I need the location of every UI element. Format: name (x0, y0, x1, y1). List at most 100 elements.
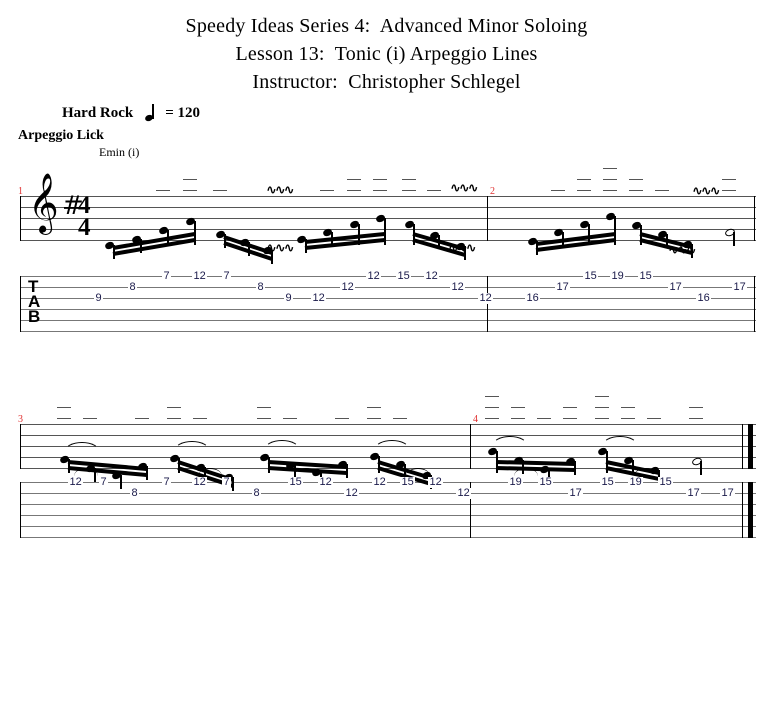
system-start-barline (20, 424, 22, 469)
measure-number: 2 (490, 186, 495, 197)
ledger-line (689, 418, 703, 419)
tab-fret-number: 12 (478, 292, 494, 304)
tab-fret-number: 17 (668, 281, 684, 293)
ledger-line (485, 418, 499, 419)
final-barline-thin (742, 424, 744, 469)
ledger-line (183, 190, 197, 191)
staff-line (20, 435, 756, 436)
ledger-line (57, 418, 71, 419)
tab-fret-number: 12 (68, 476, 84, 488)
ledger-line (402, 190, 416, 191)
ledger-line (367, 418, 381, 419)
tab-fret-number: 12 (424, 270, 440, 282)
tab-slur (406, 468, 430, 476)
ledger-line (603, 168, 617, 169)
style-label: Hard Rock (62, 104, 134, 121)
tab-staff-line (20, 537, 756, 538)
ledger-line (156, 190, 170, 191)
tab-fret-number: 19 (508, 476, 524, 488)
tab-staff-line (20, 482, 756, 483)
system-end-barline (754, 196, 756, 241)
system-start-barline (20, 196, 22, 241)
tab-staff-line (20, 331, 756, 332)
tab-fret-number: 15 (400, 476, 416, 488)
tab-fret-number: 15 (658, 476, 674, 488)
tab-fret-number: 19 (610, 270, 626, 282)
ledger-line (629, 190, 643, 191)
ledger-line (595, 407, 609, 408)
ledger-line (647, 418, 661, 419)
ledger-line (283, 418, 297, 419)
staff-system-1: 1 2 𝄞 # 4 4 T A B 9 8 7 12 7 8 9 12 12 12 15 12 12 12… (0, 160, 773, 335)
ledger-line (563, 407, 577, 408)
tab-fret-number: 16 (525, 292, 541, 304)
measure-number: 3 (18, 414, 23, 425)
tab-fret-number: 12 (311, 292, 327, 304)
tab-fret-number: 8 (256, 281, 266, 293)
ledger-line (629, 179, 643, 180)
note-stem (733, 232, 735, 246)
tab-fret-number: 7 (162, 476, 172, 488)
tab-slur (198, 468, 222, 476)
final-barline-thick (748, 482, 753, 538)
ledger-line (347, 190, 361, 191)
tab-fret-number: 15 (638, 270, 654, 282)
measure-barline (487, 276, 489, 332)
ledger-line (373, 179, 387, 180)
ledger-line (335, 418, 349, 419)
tab-staff-line (20, 526, 756, 527)
tab-fret-number: 15 (538, 476, 554, 488)
tempo-marking: Hard Rock = 120 (62, 104, 200, 123)
sheet-music-page: Speedy Ideas Series 4: Advanced Minor So… (0, 0, 773, 728)
tab-fret-number: 15 (288, 476, 304, 488)
tab-fret-number: 7 (222, 476, 232, 488)
tab-fret-number: 8 (252, 487, 262, 499)
treble-clef-icon: 𝄞 (28, 173, 59, 233)
title-line-3: Instructor: Christopher Schlegel (252, 71, 521, 93)
tab-staff-line (20, 298, 756, 299)
ledger-line (689, 407, 703, 408)
measure-barline (470, 424, 472, 469)
ledger-line (603, 190, 617, 191)
staff-line (20, 424, 756, 425)
tab-fret-number: 7 (99, 476, 109, 488)
tab-fret-number: 15 (583, 270, 599, 282)
tab-fret-number: 16 (696, 292, 712, 304)
ledger-line (603, 179, 617, 180)
final-barline-thick (748, 424, 753, 469)
ledger-line (183, 179, 197, 180)
ledger-line (257, 418, 271, 419)
ledger-line (621, 418, 635, 419)
ledger-line (537, 418, 551, 419)
staff-system-2: 3 4 12 7 8 7 12 7 8 15 12 12 12 15 12 12 19 15 17 15 19 15 1… (0, 370, 773, 545)
ledger-line (257, 407, 271, 408)
tab-fret-number: 17 (732, 281, 748, 293)
ledger-line (167, 418, 181, 419)
tab-staff-line (20, 320, 756, 321)
ledger-line (511, 418, 525, 419)
chord-label: Emin (i) (99, 145, 140, 159)
tab-fret-number: 12 (372, 476, 388, 488)
staff-line (20, 457, 756, 458)
ledger-line (393, 418, 407, 419)
tab-staff-line (20, 309, 756, 310)
ledger-line (193, 418, 207, 419)
ledger-line (485, 396, 499, 397)
note-stem (700, 461, 702, 475)
ledger-line (722, 179, 736, 180)
vibrato-marking: ∿∿∿ (450, 181, 479, 196)
system-end-barline (754, 276, 756, 332)
vibrato-marking: ∿∿∿ (266, 183, 295, 198)
ledger-line (57, 407, 71, 408)
ledger-line (595, 396, 609, 397)
tab-clef-letter-b: B (28, 307, 41, 326)
tab-fret-number: 17 (555, 281, 571, 293)
tab-fret-number: 12 (340, 281, 356, 293)
tab-fret-number: 12 (192, 476, 208, 488)
ledger-line (563, 418, 577, 419)
staff-line (20, 196, 756, 197)
vibrato-marking: ∿∿∿ (668, 243, 697, 258)
tab-staff-line (20, 515, 756, 516)
ledger-line (83, 418, 97, 419)
tab-fret-number: 15 (600, 476, 616, 488)
